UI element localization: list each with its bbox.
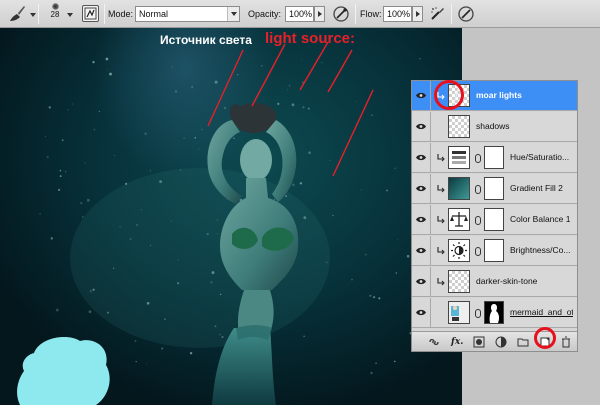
layer-name: Gradient Fill 2 [510, 183, 563, 193]
document-canvas[interactable]: Источник света light source: [0, 28, 462, 405]
layers-panel-footer: fx. [412, 327, 577, 351]
clip-arrow-highlight-circle [434, 80, 464, 110]
layer-name: Hue/Saturatio... [510, 152, 570, 162]
new-layer-highlight-circle [534, 327, 556, 349]
clipping-mask-arrow-icon [437, 246, 445, 255]
add-mask-icon[interactable] [473, 336, 485, 348]
flow-input[interactable]: 100% [383, 6, 412, 22]
layer-row[interactable]: mermaid_and_othe... [412, 298, 577, 328]
blend-mode-select[interactable]: Normal [135, 6, 240, 22]
eye-icon [416, 278, 426, 285]
mask-link-icon[interactable] [475, 185, 481, 194]
layer-row[interactable]: darker-skin-tone [412, 267, 577, 297]
eye-icon [416, 309, 426, 316]
trash-icon[interactable] [560, 336, 572, 348]
eye-icon [416, 247, 426, 254]
eye-icon [416, 154, 426, 161]
layer-visibility-toggle[interactable] [412, 267, 431, 296]
layer-visibility-toggle[interactable] [412, 236, 431, 265]
mode-label: Mode: [108, 9, 134, 19]
layer-name: Brightness/Co... [510, 245, 571, 255]
layer-mask-thumbnail[interactable] [484, 208, 504, 231]
eye-icon [416, 92, 426, 99]
mask-link-icon[interactable] [475, 247, 481, 256]
options-bar: 28 Mode: Normal Opacity: 100% Flow: 100% [0, 0, 600, 28]
layer-thumbnail [448, 115, 470, 138]
clipping-mask-arrow-icon [437, 215, 445, 224]
fx-icon[interactable]: fx. [451, 336, 463, 348]
mask-link-icon[interactable] [475, 309, 481, 318]
clipping-mask-arrow-icon [437, 277, 445, 286]
layer-visibility-toggle[interactable] [412, 81, 431, 110]
layer-row[interactable]: Hue/Saturatio... [412, 143, 577, 173]
opacity-slider-button[interactable] [314, 6, 325, 22]
link-icon[interactable] [428, 336, 440, 348]
flow-slider-button[interactable] [412, 6, 423, 22]
tablet-size-pressure-icon[interactable] [456, 4, 476, 24]
layer-mask-thumbnail[interactable] [484, 239, 504, 262]
layer-thumbnail [448, 208, 470, 231]
brush-size-value: 28 [50, 10, 60, 19]
brush-tool-icon[interactable] [6, 3, 28, 25]
tool-preset-dropdown-icon[interactable] [30, 13, 36, 17]
tablet-opacity-pressure-icon[interactable] [331, 4, 351, 24]
layer-visibility-toggle[interactable] [412, 174, 431, 203]
brush-tip-icon [51, 3, 59, 10]
blend-mode-value: Normal [139, 9, 169, 19]
flow-label: Flow: [360, 9, 382, 19]
group-folder-icon[interactable] [517, 336, 529, 348]
layer-name: Color Balance 1 [510, 214, 571, 224]
layer-name: mermaid_and_othe... [510, 307, 573, 317]
airbrush-mode-icon[interactable] [428, 4, 448, 24]
layer-row[interactable]: shadows [412, 112, 577, 142]
layer-row[interactable]: moar lights [412, 80, 577, 111]
layer-name: darker-skin-tone [476, 276, 538, 286]
mask-link-icon[interactable] [475, 154, 481, 163]
eye-icon [416, 216, 426, 223]
mask-link-icon[interactable] [475, 216, 481, 225]
layer-visibility-toggle[interactable] [412, 205, 431, 234]
clipping-mask-arrow-icon [437, 153, 445, 162]
toolbar-separator [355, 4, 356, 24]
layer-visibility-toggle[interactable] [412, 112, 431, 141]
toolbar-separator [451, 4, 452, 24]
layer-name: moar lights [476, 90, 522, 100]
chevron-down-icon [227, 7, 239, 21]
opacity-label: Opacity: [248, 9, 282, 19]
layer-visibility-toggle[interactable] [412, 143, 431, 172]
brush-picker-dropdown-icon[interactable] [67, 13, 73, 17]
adjustment-icon[interactable] [495, 336, 507, 348]
opacity-input[interactable]: 100% [285, 6, 314, 22]
layer-row[interactable]: Brightness/Co... [412, 236, 577, 266]
layer-thumbnail [448, 239, 470, 262]
caption-english: light source: [265, 30, 356, 47]
layer-name: shadows [476, 121, 510, 131]
eye-icon [416, 185, 426, 192]
toolbar-separator [104, 4, 105, 24]
toolbar-separator [38, 4, 39, 24]
layers-panel: moar lights shadows Hue/Saturatio... Gradie… [411, 80, 578, 352]
layer-row[interactable]: Gradient Fill 2 [412, 174, 577, 204]
layer-mask-thumbnail[interactable] [484, 177, 504, 200]
brush-panel-toggle-icon[interactable] [82, 5, 99, 22]
layer-thumbnail [448, 301, 470, 324]
layer-thumbnail [448, 177, 470, 200]
layer-mask-thumbnail[interactable] [484, 301, 504, 324]
layer-thumbnail [448, 270, 470, 293]
clipping-mask-arrow-icon [437, 184, 445, 193]
layer-visibility-toggle[interactable] [412, 298, 431, 327]
cyan-paint-blob [17, 337, 110, 405]
caption-russian: Источник света [160, 33, 252, 47]
brush-preset-picker[interactable]: 28 [46, 2, 64, 26]
layer-row[interactable]: Color Balance 1 [412, 205, 577, 235]
eye-icon [416, 123, 426, 130]
layer-thumbnail [448, 146, 470, 169]
layer-mask-thumbnail[interactable] [484, 146, 504, 169]
